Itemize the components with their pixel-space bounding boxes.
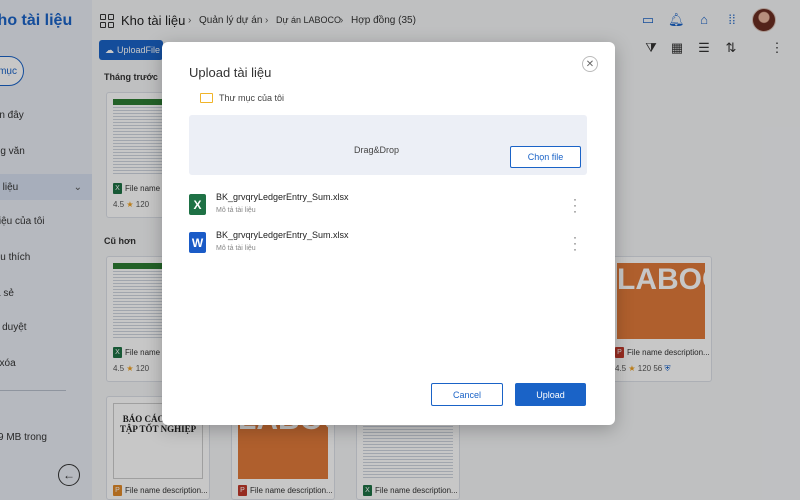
drop-zone-text: Drag&Drop	[354, 145, 400, 155]
excel-icon: X	[189, 194, 206, 215]
upload-modal: Upload tài liệu ✕ Thư mục của tôi Drag&D…	[162, 42, 615, 425]
folder-selector[interactable]: Thư mục của tôi	[200, 93, 284, 103]
upload-file-item: X BK_grvqryLedgerEntry_Sum.xlsx Mô tả tà…	[189, 190, 587, 220]
more-options-icon[interactable]: · · ·	[570, 231, 580, 255]
folder-icon	[200, 93, 213, 103]
modal-title: Upload tài liệu	[189, 65, 272, 80]
upload-file-item: W BK_grvqryLedgerEntry_Sum.xlsx Mô tả tà…	[189, 228, 587, 258]
close-icon: ✕	[585, 58, 595, 70]
more-options-icon[interactable]: · · ·	[570, 193, 580, 217]
close-button[interactable]: ✕	[582, 56, 598, 72]
drop-zone[interactable]: Drag&Drop Chọn file	[189, 115, 587, 175]
word-icon: W	[189, 232, 206, 253]
upload-button[interactable]: Upload	[515, 383, 586, 406]
cancel-button[interactable]: Cancel	[431, 383, 503, 406]
upload-file-name: BK_grvqryLedgerEntry_Sum.xlsx	[216, 192, 349, 202]
upload-file-name: BK_grvqryLedgerEntry_Sum.xlsx	[216, 230, 349, 240]
folder-name: Thư mục của tôi	[219, 93, 285, 103]
choose-file-button[interactable]: Chọn file	[510, 146, 581, 168]
upload-file-description[interactable]: Mô tả tài liệu	[216, 207, 256, 214]
upload-file-description[interactable]: Mô tả tài liệu	[216, 245, 256, 252]
